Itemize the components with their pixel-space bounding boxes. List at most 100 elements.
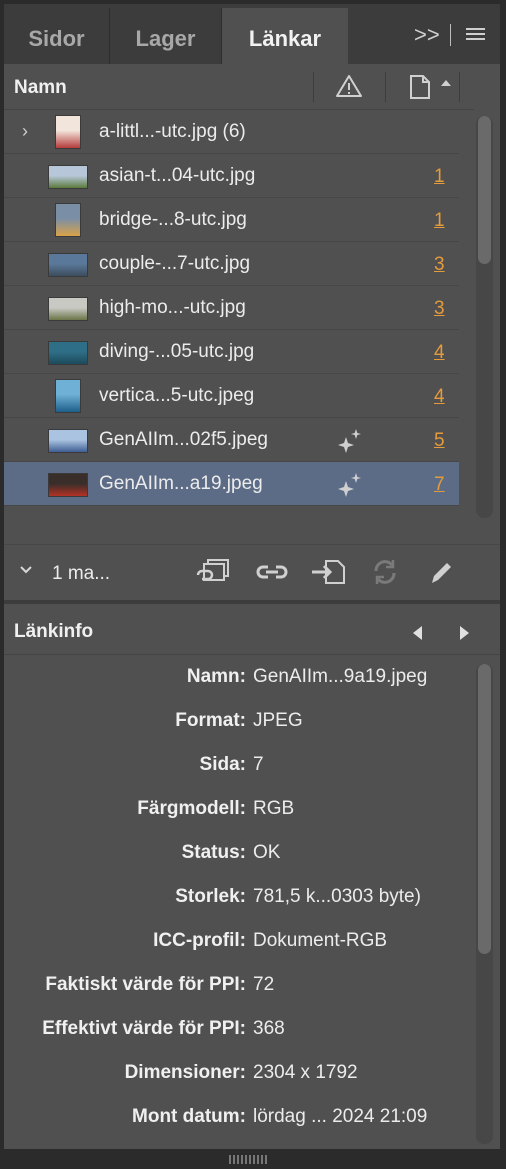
column-divider — [385, 72, 386, 102]
link-page-number[interactable]: 1 — [434, 210, 445, 232]
link-row[interactable]: snowcap...9-utc.jpg7 — [4, 506, 459, 516]
chevron-down-icon[interactable] — [18, 563, 34, 577]
link-filename: high-mo...-utc.jpg — [99, 297, 246, 318]
tab-pages[interactable]: Sidor — [4, 8, 110, 64]
column-header: Namn — [4, 64, 474, 110]
edit-original-icon[interactable] — [428, 557, 454, 587]
panel-menu-icon[interactable] — [466, 28, 485, 43]
link-row[interactable]: diving-...05-utc.jpg 4 — [4, 330, 459, 374]
info-row: Färgmodell: RGB — [4, 786, 474, 830]
info-row: Faktiskt värde för PPI: 72 — [4, 962, 474, 1006]
tabbar-separator — [450, 24, 451, 46]
info-row: Format: JPEG — [4, 698, 474, 742]
link-thumbnail — [48, 253, 88, 277]
info-label: Mont datum: — [132, 1106, 246, 1127]
link-page-number[interactable]: 4 — [434, 342, 445, 364]
relink-icon[interactable] — [256, 557, 288, 587]
info-label: Färgmodell: — [137, 798, 246, 819]
info-row: Sida: 7 — [4, 742, 474, 786]
link-thumbnail — [48, 341, 88, 365]
link-thumbnail — [48, 473, 88, 497]
link-page-number[interactable]: 5 — [434, 430, 445, 452]
panel-divider[interactable] — [4, 600, 500, 604]
selection-count: 1 ma... — [52, 563, 111, 584]
link-filename: vertica...5-utc.jpeg — [99, 385, 255, 406]
info-value: 7 — [253, 754, 264, 775]
info-value: OK — [253, 842, 281, 863]
link-row[interactable]: vertica...5-utc.jpeg 4 — [4, 374, 459, 418]
link-thumbnail — [55, 203, 81, 237]
info-row: Effektivt värde för PPI: 368 — [4, 1006, 474, 1050]
previous-link-icon[interactable] — [413, 626, 422, 640]
info-label: Dimensioner: — [124, 1062, 246, 1083]
info-scrollbar-thumb[interactable] — [478, 664, 491, 954]
info-value: JPEG — [253, 710, 303, 731]
link-row[interactable]: GenAIIm...a19.jpeg 7 — [4, 462, 459, 506]
tab-links[interactable]: Länkar — [222, 8, 348, 64]
chevron-right-icon[interactable]: › — [22, 121, 28, 142]
info-value: 781,5 k...0303 byte) — [253, 886, 421, 907]
column-divider — [313, 72, 314, 102]
link-row[interactable]: › a-littl...-utc.jpg (6) — [4, 110, 459, 154]
list-scrollbar-thumb[interactable] — [478, 116, 491, 264]
link-info-header: Länkinfo — [4, 608, 500, 655]
link-row[interactable]: bridge-...8-utc.jpg 1 — [4, 198, 459, 242]
link-filename: couple-...7-utc.jpg — [99, 253, 251, 274]
link-row[interactable]: high-mo...-utc.jpg 3 — [4, 286, 459, 330]
info-row: ICC-profil: Dokument-RGB — [4, 918, 474, 962]
info-label: Status: — [181, 842, 246, 863]
list-scrollbar[interactable] — [476, 116, 493, 518]
link-filename: asian-t...04-utc.jpg — [99, 165, 256, 186]
link-filename: a-littl...-utc.jpg (6) — [99, 121, 246, 142]
info-label: Sida: — [199, 754, 246, 775]
link-row[interactable]: asian-t...04-utc.jpg 1 — [4, 154, 459, 198]
info-row: Mont datum: lördag ... 2024 21:09 — [4, 1094, 474, 1138]
update-link-icon[interactable] — [370, 557, 400, 587]
link-row[interactable]: couple-...7-utc.jpg 3 — [4, 242, 459, 286]
info-value: 72 — [253, 974, 275, 995]
info-row: Dimensioner: 2304 x 1792 — [4, 1050, 474, 1094]
sort-ascending-icon[interactable] — [441, 80, 451, 86]
link-filename: GenAIIm...a19.jpeg — [99, 473, 263, 494]
generative-ai-icon — [338, 473, 361, 497]
page-column-icon[interactable] — [409, 74, 431, 105]
relink-from-folder-icon[interactable] — [194, 557, 234, 587]
link-filename: GenAIIm...02f5.jpeg — [99, 429, 268, 450]
info-value: 2304 x 1792 — [253, 1062, 358, 1083]
go-to-link-icon[interactable] — [310, 557, 346, 587]
panel-tabbar: Sidor Lager Länkar >> — [4, 4, 500, 64]
info-scrollbar[interactable] — [476, 664, 493, 1144]
column-divider — [459, 72, 460, 102]
links-toolbar: 1 ma... — [4, 544, 500, 601]
link-thumbnail — [55, 379, 81, 413]
links-panel: Sidor Lager Länkar >> Namn › a-littl...-u… — [4, 4, 500, 1149]
link-filename: diving-...05-utc.jpg — [99, 341, 255, 362]
link-info-title[interactable]: Länkinfo — [14, 621, 93, 643]
link-row[interactable]: GenAIIm...02f5.jpeg 5 — [4, 418, 459, 462]
resize-grip[interactable] — [229, 1151, 269, 1169]
link-page-number[interactable]: 4 — [434, 386, 445, 408]
name-column-header[interactable]: Namn — [14, 77, 67, 99]
info-label: Namn: — [186, 666, 246, 687]
link-thumbnail — [48, 165, 88, 189]
collapse-panel-icon[interactable]: >> — [414, 22, 440, 48]
info-value: 368 — [253, 1018, 285, 1039]
links-list: › a-littl...-utc.jpg (6) asian-t...04-utc.… — [4, 110, 474, 516]
info-value: Dokument-RGB — [253, 930, 388, 951]
info-label: Format: — [175, 710, 246, 731]
info-label: Storlek: — [175, 886, 246, 907]
warning-icon[interactable] — [335, 74, 363, 103]
link-page-number[interactable]: 3 — [434, 254, 445, 276]
info-row: Namn: GenAIIm...9a19.jpeg — [4, 654, 474, 698]
info-value: GenAIIm...9a19.jpeg — [253, 666, 428, 687]
info-label: Effektivt värde för PPI: — [42, 1018, 246, 1039]
info-row: Storlek: 781,5 k...0303 byte) — [4, 874, 474, 918]
link-thumbnail — [48, 297, 88, 321]
link-page-number[interactable]: 7 — [434, 474, 445, 496]
next-link-icon[interactable] — [460, 626, 469, 640]
link-page-number[interactable]: 3 — [434, 298, 445, 320]
info-value: lördag ... 2024 21:09 — [253, 1106, 428, 1127]
tab-layers[interactable]: Lager — [110, 8, 222, 64]
link-thumbnail — [55, 115, 81, 149]
link-page-number[interactable]: 1 — [434, 166, 445, 188]
